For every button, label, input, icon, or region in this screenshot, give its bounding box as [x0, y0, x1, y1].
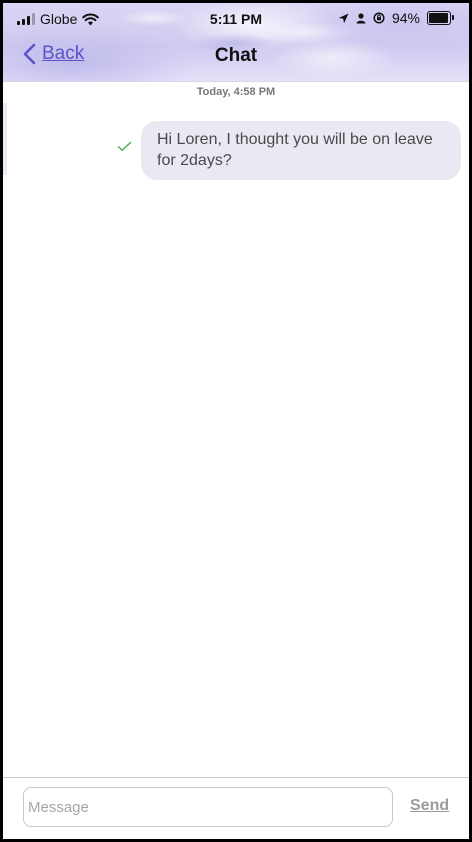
- header: Globe 5:11 PM 94% Back Chat: [3, 3, 469, 82]
- message-input[interactable]: [23, 787, 393, 827]
- status-right: 94%: [338, 10, 454, 26]
- person-icon: [356, 12, 366, 23]
- status-bar: Globe 5:11 PM 94%: [3, 9, 469, 31]
- check-icon: [117, 141, 132, 151]
- send-button[interactable]: Send: [410, 797, 449, 815]
- rotation-lock-icon: [373, 12, 385, 24]
- message-timestamp: Today, 4:58 PM: [196, 86, 276, 98]
- location-arrow-icon: [338, 13, 349, 23]
- app-frame: Globe 5:11 PM 94% Back Chat Today, 4:58 …: [0, 0, 472, 842]
- battery-icon: [427, 11, 454, 25]
- message-bubble[interactable]: Hi Loren, I thought you will be on leave…: [141, 121, 461, 180]
- composer: Send: [3, 777, 469, 839]
- nav-bar: Back Chat: [3, 39, 469, 75]
- battery-percent: 94%: [391, 10, 420, 26]
- page-title: Chat: [214, 45, 258, 66]
- message-row: Hi Loren, I thought you will be on leave…: [3, 119, 469, 180]
